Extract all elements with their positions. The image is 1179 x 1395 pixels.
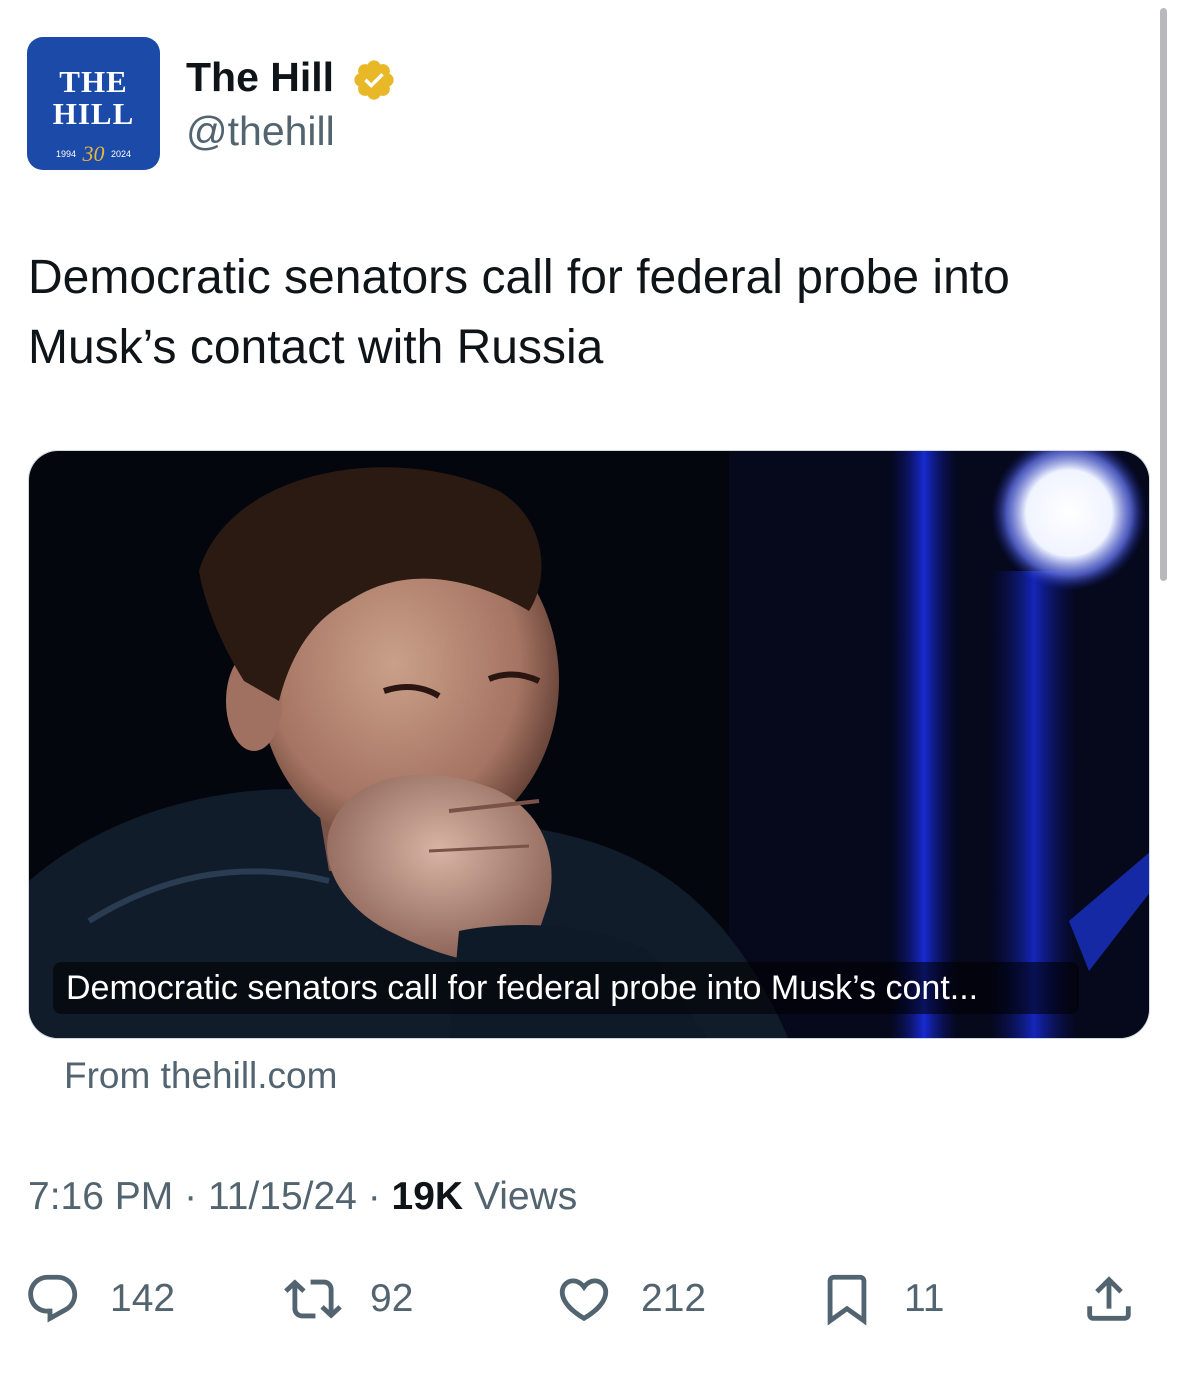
avatar-year-start: 1994 <box>55 149 76 159</box>
bookmark-icon <box>827 1274 867 1326</box>
like-count: 212 <box>641 1277 707 1320</box>
avatar-year-end: 2024 <box>111 149 132 159</box>
tweet-text: Democratic senators call for federal pro… <box>28 251 1010 374</box>
heart-icon <box>559 1278 609 1322</box>
retweet-button[interactable]: 92 <box>284 1268 413 1330</box>
retweet-count: 92 <box>370 1277 414 1320</box>
reply-icon <box>28 1274 78 1323</box>
tweet-meta: 7:16 PM · 11/15/24 · 19K Views <box>28 1174 577 1220</box>
display-name[interactable]: The Hill <box>186 54 334 100</box>
like-button[interactable]: 212 <box>555 1268 706 1330</box>
bookmark-count: 11 <box>904 1277 945 1320</box>
bookmark-button[interactable]: 11 <box>818 1268 945 1330</box>
scrollbar[interactable] <box>1160 8 1167 581</box>
share-button[interactable] <box>1080 1268 1138 1330</box>
tweet-time[interactable]: 7:16 PM <box>28 1175 173 1218</box>
meta-separator: · <box>367 1175 381 1218</box>
tweet-date[interactable]: 11/15/24 <box>208 1175 357 1218</box>
views-label: Views <box>473 1175 578 1218</box>
card-source-link[interactable]: From thehill.com <box>64 1054 337 1098</box>
avatar-years: 1994 30 2024 <box>27 141 160 167</box>
card-caption: Democratic senators call for federal pro… <box>53 962 1079 1014</box>
meta-separator: · <box>184 1175 198 1218</box>
avatar[interactable]: THE HILL 1994 30 2024 <box>27 37 160 170</box>
avatar-logo-line2: HILL <box>52 96 135 131</box>
verified-badge-icon <box>354 60 394 100</box>
views-count: 19K <box>391 1175 464 1218</box>
reply-count: 142 <box>110 1277 176 1320</box>
retweet-icon <box>284 1279 342 1319</box>
link-card-image[interactable] <box>28 450 1150 1039</box>
avatar-logo-line1: THE <box>59 64 128 99</box>
card-photo <box>29 451 1149 1038</box>
share-icon <box>1087 1276 1131 1321</box>
reply-button[interactable]: 142 <box>24 1268 175 1330</box>
avatar-anniversary: 30 <box>82 141 105 166</box>
handle[interactable]: @thehill <box>186 108 335 154</box>
